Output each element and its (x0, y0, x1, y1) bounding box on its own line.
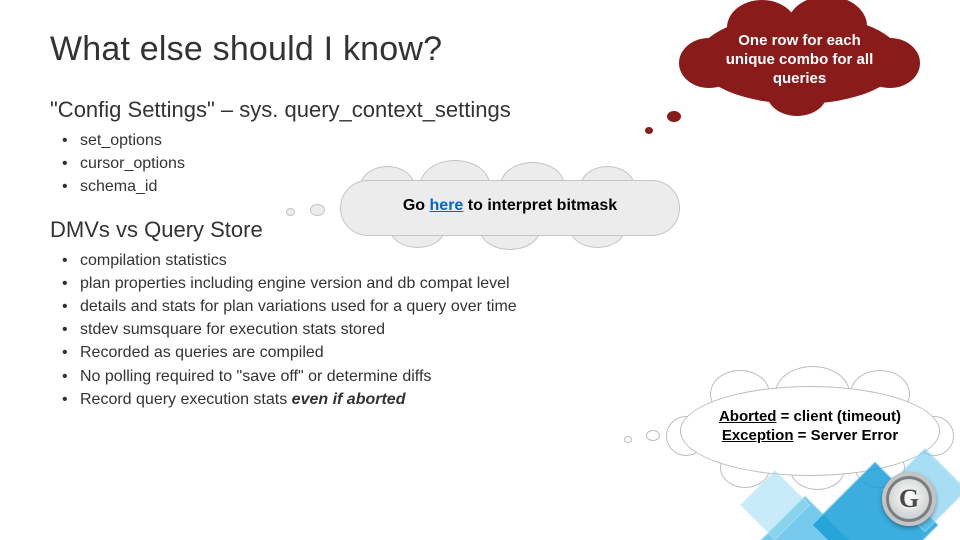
callout-term: Aborted (719, 408, 777, 425)
list-item: Recorded as queries are compiled (60, 341, 910, 364)
list-item: details and stats for plan variations us… (60, 295, 910, 318)
bitmask-link[interactable]: here (430, 197, 464, 214)
callout-line: unique combo for all (726, 51, 874, 68)
callout-line: One row for each (738, 32, 861, 49)
callout-text: to interpret bitmask (463, 197, 617, 214)
list-item: plan properties including engine version… (60, 272, 910, 295)
callout-term: Exception (722, 427, 794, 444)
list-item-text: Record query execution stats (80, 391, 292, 408)
callout-unique-combo: One row for each unique combo for all qu… (697, 14, 902, 104)
list-item-emph: even if aborted (292, 391, 406, 408)
callout-def: = client (timeout) (776, 408, 901, 425)
list-item: set_options (60, 129, 910, 152)
callout-bitmask: Go here to interpret bitmask (340, 180, 680, 236)
callout-text: Go (403, 197, 430, 214)
callout-aborted-exception: Aborted = client (timeout) Exception = S… (680, 386, 940, 476)
slide: What else should I know? "Config Setting… (0, 0, 960, 540)
logo-letter: G (899, 484, 919, 514)
callout-line: queries (773, 70, 826, 87)
list-item: stdev sumsquare for execution stats stor… (60, 318, 910, 341)
callout-def: = Server Error (794, 427, 899, 444)
list-item: compilation statistics (60, 249, 910, 272)
logo-medallion: G (882, 472, 936, 526)
